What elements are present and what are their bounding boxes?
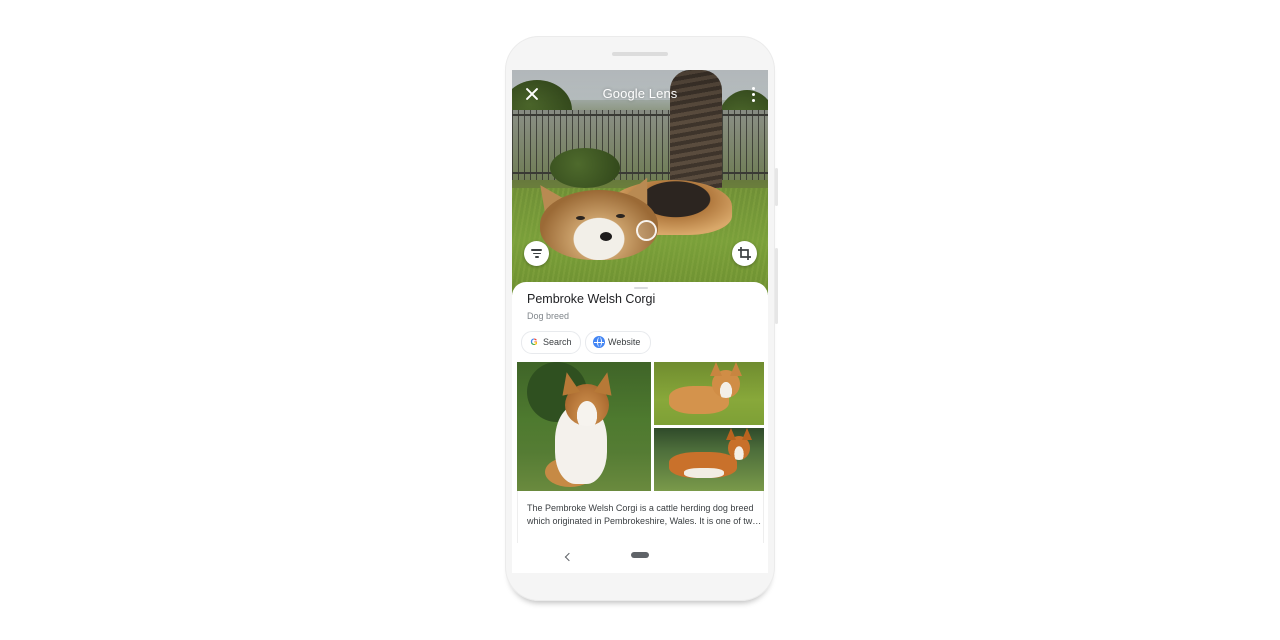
home-pill-icon[interactable]	[631, 552, 649, 558]
result-subtitle: Dog breed	[527, 311, 570, 321]
google-g-icon: G	[530, 337, 538, 347]
result-title: Pembroke Welsh Corgi	[527, 292, 656, 306]
corgi-eye	[616, 214, 625, 218]
description-line: which originated in Pembrokeshire, Wales…	[527, 516, 763, 526]
phone-frame: Google Lens Pembroke Welsh Corgi Dog bre…	[505, 36, 778, 601]
filter-button[interactable]	[524, 241, 549, 266]
phone-screen: Google Lens Pembroke Welsh Corgi Dog bre…	[512, 70, 768, 573]
corgi-image-1[interactable]	[517, 362, 651, 491]
phone-speaker	[612, 52, 668, 56]
corgi-image-3[interactable]	[654, 428, 764, 491]
more-vert-icon[interactable]	[750, 87, 756, 103]
corgi-ear	[742, 428, 752, 440]
corgi-ear	[710, 362, 722, 376]
corgi-image-2[interactable]	[654, 362, 764, 425]
result-description[interactable]: The Pembroke Welsh Corgi is a cattle her…	[527, 502, 763, 528]
results-sheet: Pembroke Welsh Corgi Dog breed G Search …	[512, 282, 768, 573]
website-chip[interactable]: Website	[585, 331, 651, 354]
corgi-belly	[684, 468, 724, 478]
shrub	[550, 148, 620, 188]
crop-icon	[738, 247, 751, 260]
sheet-drag-handle[interactable]	[634, 287, 648, 289]
phone-volume-button	[775, 248, 778, 324]
corgi-ear	[726, 428, 736, 440]
globe-icon	[593, 336, 605, 348]
website-chip-label: Website	[608, 337, 641, 347]
corgi-eye	[576, 216, 585, 220]
app-title: Google Lens	[602, 86, 678, 101]
corgi-ear	[593, 370, 617, 396]
card-border	[517, 491, 518, 543]
focus-dot[interactable]	[636, 220, 657, 241]
card-border	[763, 491, 764, 543]
camera-viewfinder[interactable]: Google Lens	[512, 70, 768, 295]
search-chip-label: Search	[543, 337, 572, 347]
search-chip[interactable]: G Search	[521, 331, 581, 354]
description-line: The Pembroke Welsh Corgi is a cattle her…	[527, 503, 754, 513]
back-icon[interactable]	[564, 552, 574, 562]
phone-power-button	[775, 168, 778, 206]
system-nav-bar	[512, 543, 768, 573]
corgi-nose	[600, 232, 612, 241]
corgi-ear	[730, 362, 742, 376]
crop-button[interactable]	[732, 241, 757, 266]
